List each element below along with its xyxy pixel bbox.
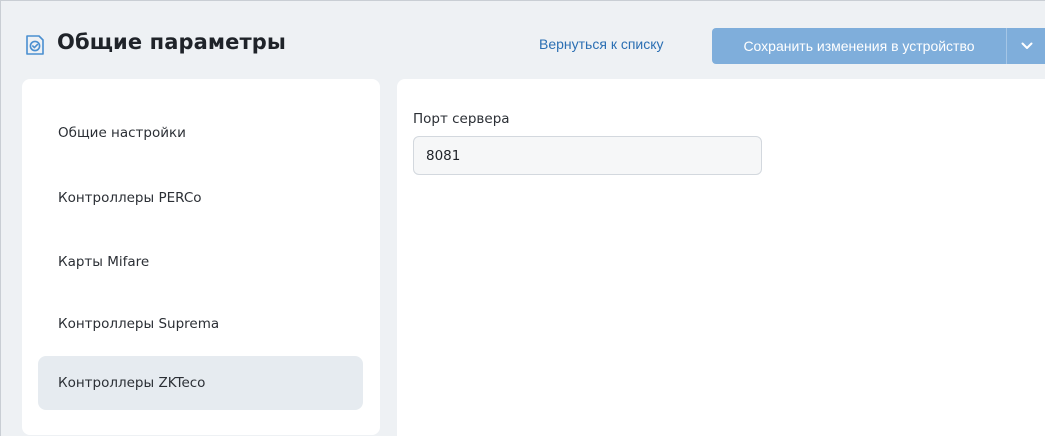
server-port-input[interactable] [413,136,762,175]
sidebar-item-zkteco-controllers[interactable]: Контроллеры ZKTeco [38,356,363,410]
settings-sidebar: Общие настройки Контроллеры PERCo Карты … [22,79,380,435]
sidebar-item-mifare-cards[interactable]: Карты Mifare [38,235,363,289]
sidebar-item-label: Карты Mifare [58,254,150,270]
app-window: Общие параметры Вернуться к списку Сохра… [0,0,1045,437]
sidebar-item-perco-controllers[interactable]: Контроллеры PERCo [38,171,363,225]
sidebar-item-label: Общие настройки [58,125,186,141]
save-options-dropdown-button[interactable] [1007,28,1045,64]
page-title: Общие параметры [57,30,286,54]
server-port-label: Порт сервера [413,111,510,127]
save-to-device-button[interactable]: Сохранить изменения в устройство [712,28,1006,64]
settings-check-icon [25,34,45,56]
sidebar-item-label: Контроллеры Suprema [58,316,220,332]
sidebar-item-general-settings[interactable]: Общие настройки [38,106,363,160]
page-header: Общие параметры Вернуться к списку Сохра… [1,1,1045,75]
back-to-list-link[interactable]: Вернуться к списку [539,36,664,52]
sidebar-item-suprema-controllers[interactable]: Контроллеры Suprema [38,297,363,351]
save-button-group: Сохранить изменения в устройство [712,28,1045,64]
sidebar-item-label: Контроллеры ZKTeco [58,375,206,391]
chevron-down-icon [1021,37,1033,55]
sidebar-item-label: Контроллеры PERCo [58,190,202,206]
settings-content-panel: Порт сервера [397,79,1045,437]
